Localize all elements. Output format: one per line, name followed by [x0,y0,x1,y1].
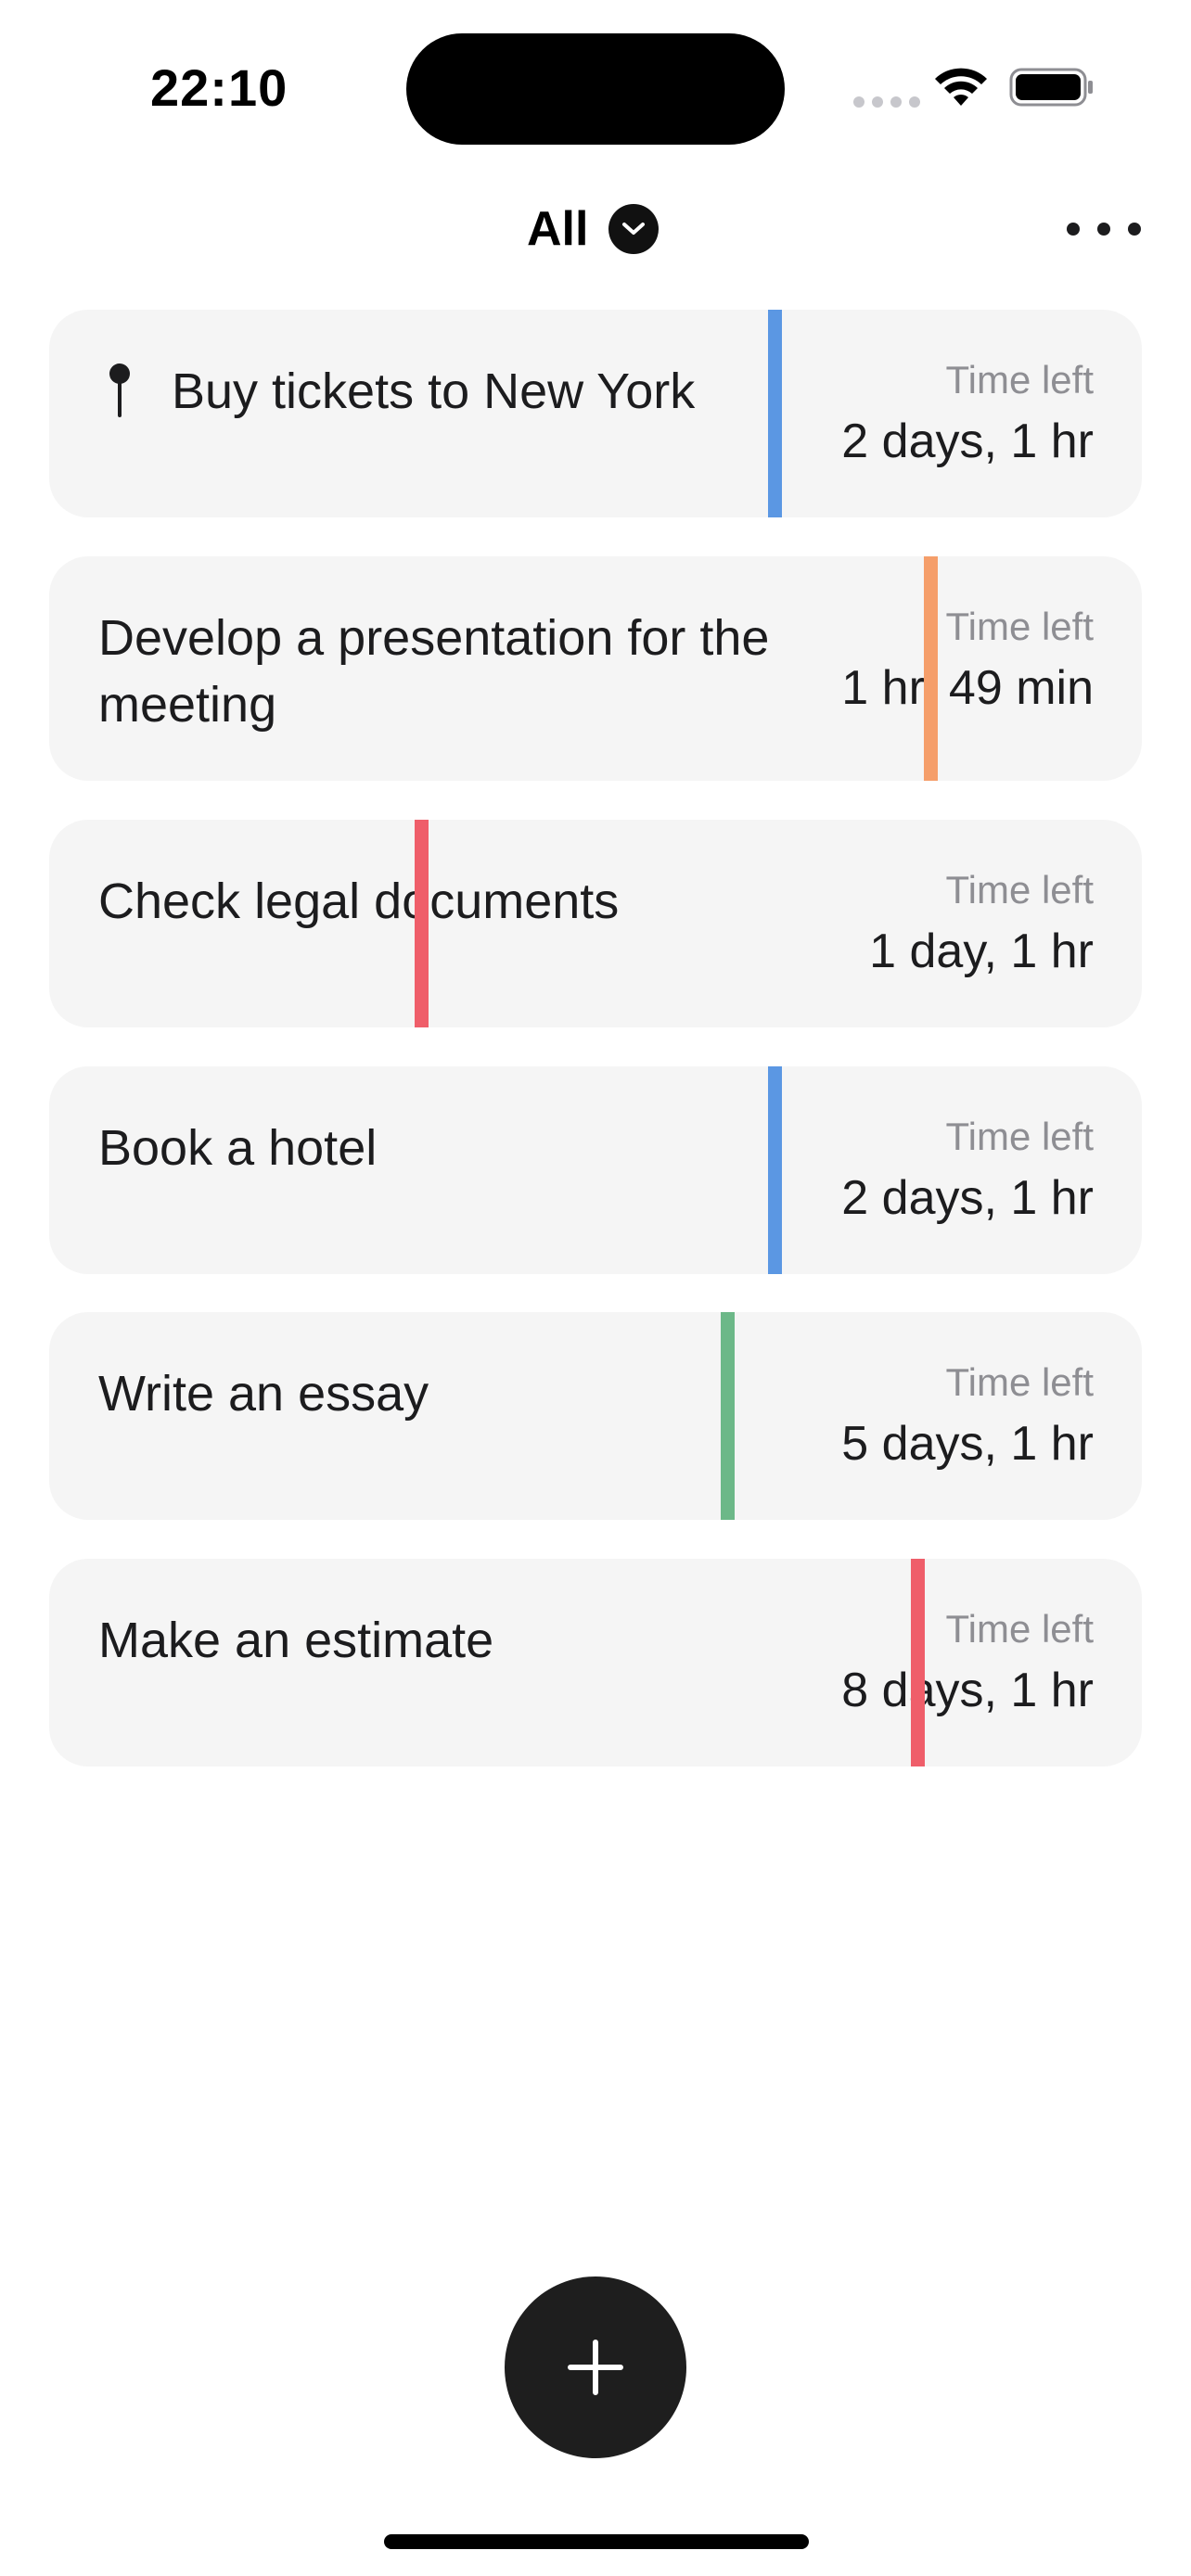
deadline-marker [721,1312,735,1520]
time-left-value: 5 days, 1 hr [841,1417,1094,1471]
deadline-marker [924,556,938,781]
deadline-marker [768,310,782,517]
deadline-marker [768,1066,782,1274]
pin-icon [109,363,130,417]
task-card[interactable]: Develop a presentation for the meeting T… [49,556,1142,781]
task-title: Book a hotel [98,1120,378,1176]
task-card[interactable]: Book a hotel Time left 2 days, 1 hr [49,1066,1142,1274]
task-title: Check legal documents [98,874,620,929]
time-left-value: 2 days, 1 hr [841,414,1094,468]
battery-icon [1009,68,1093,107]
home-indicator[interactable] [384,2534,809,2549]
task-card[interactable]: Write an essay Time left 5 days, 1 hr [49,1312,1142,1520]
deadline-marker [911,1559,925,1766]
time-left-value: 1 day, 1 hr [869,925,1094,978]
signal-icon [853,96,920,108]
time-left-label: Time left [945,605,1094,648]
task-card[interactable]: Buy tickets to New York Time left 2 days… [49,310,1142,517]
time-left-label: Time left [945,1360,1094,1404]
filter-dropdown[interactable]: All [527,198,660,260]
time-left-label: Time left [945,868,1094,912]
task-title: Develop a presentation for the meeting [98,610,770,733]
time-left-value: 1 hr, 49 min [841,661,1094,715]
time-left-label: Time left [945,358,1094,402]
ellipsis-icon [1067,223,1080,236]
more-options-button[interactable] [1067,206,1141,252]
task-list-screen: 22:10 All Buy tickets to New York Time l… [0,0,1191,2576]
time-left-label: Time left [945,1115,1094,1158]
chevron-down-icon [608,204,660,254]
add-task-button[interactable] [505,2276,686,2458]
time-left-value: 8 days, 1 hr [841,1664,1094,1717]
task-title: Write an essay [98,1366,429,1422]
wifi-icon [935,68,987,106]
task-title: Make an estimate [98,1613,494,1668]
plus-icon [568,2340,623,2395]
status-time: 22:10 [150,58,288,117]
task-card[interactable]: Make an estimate Time left 8 days, 1 hr [49,1559,1142,1766]
deadline-marker [415,820,429,1027]
time-left-value: 2 days, 1 hr [841,1171,1094,1225]
dynamic-island [406,33,785,145]
task-card[interactable]: Check legal documents Time left 1 day, 1… [49,820,1142,1027]
filter-label: All [527,202,589,256]
time-left-label: Time left [945,1607,1094,1651]
